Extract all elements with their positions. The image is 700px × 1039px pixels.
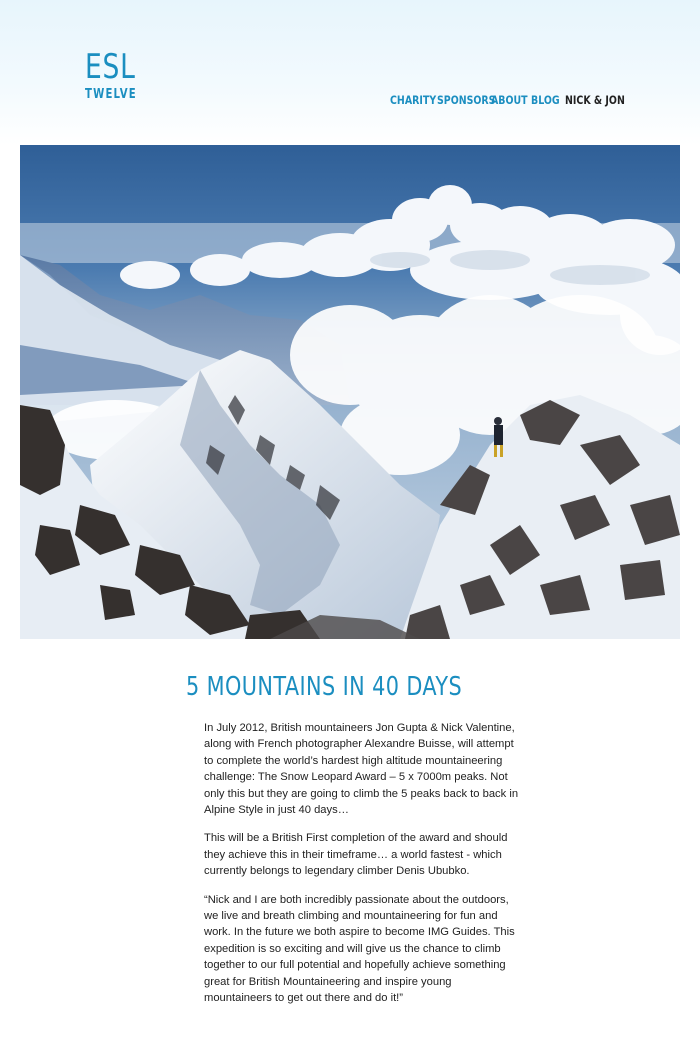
- hero-image: [20, 145, 680, 639]
- nav-blog[interactable]: BLOG: [531, 93, 560, 107]
- nav-sponsors[interactable]: SPONSORS: [437, 93, 495, 107]
- nav-charity[interactable]: CHARITY: [390, 93, 436, 107]
- logo-main-text: ESL: [85, 47, 136, 87]
- nav-about[interactable]: ABOUT: [491, 93, 528, 107]
- article-paragraph: “Nick and I are both incredibly passiona…: [204, 893, 515, 1005]
- article-paragraph: This will be a British First completion …: [204, 832, 508, 878]
- article-body: In July 2012, British mountaineers Jon G…: [204, 720, 519, 1019]
- site-logo[interactable]: ESL TWELVE: [85, 50, 152, 101]
- mountain-photo: [20, 145, 680, 639]
- logo-sub-text: TWELVE: [85, 87, 137, 102]
- nav-nick-jon[interactable]: NICK & JON: [565, 93, 625, 107]
- site-header: ESL TWELVE CHARITY SPONSORS ABOUT BLOG N…: [0, 0, 700, 145]
- article-paragraph: In July 2012, British mountaineers Jon G…: [204, 722, 519, 817]
- main-nav: CHARITY SPONSORS ABOUT BLOG NICK & JON: [390, 93, 625, 107]
- article-title: 5 MOUNTAINS IN 40 DAYS: [186, 672, 463, 702]
